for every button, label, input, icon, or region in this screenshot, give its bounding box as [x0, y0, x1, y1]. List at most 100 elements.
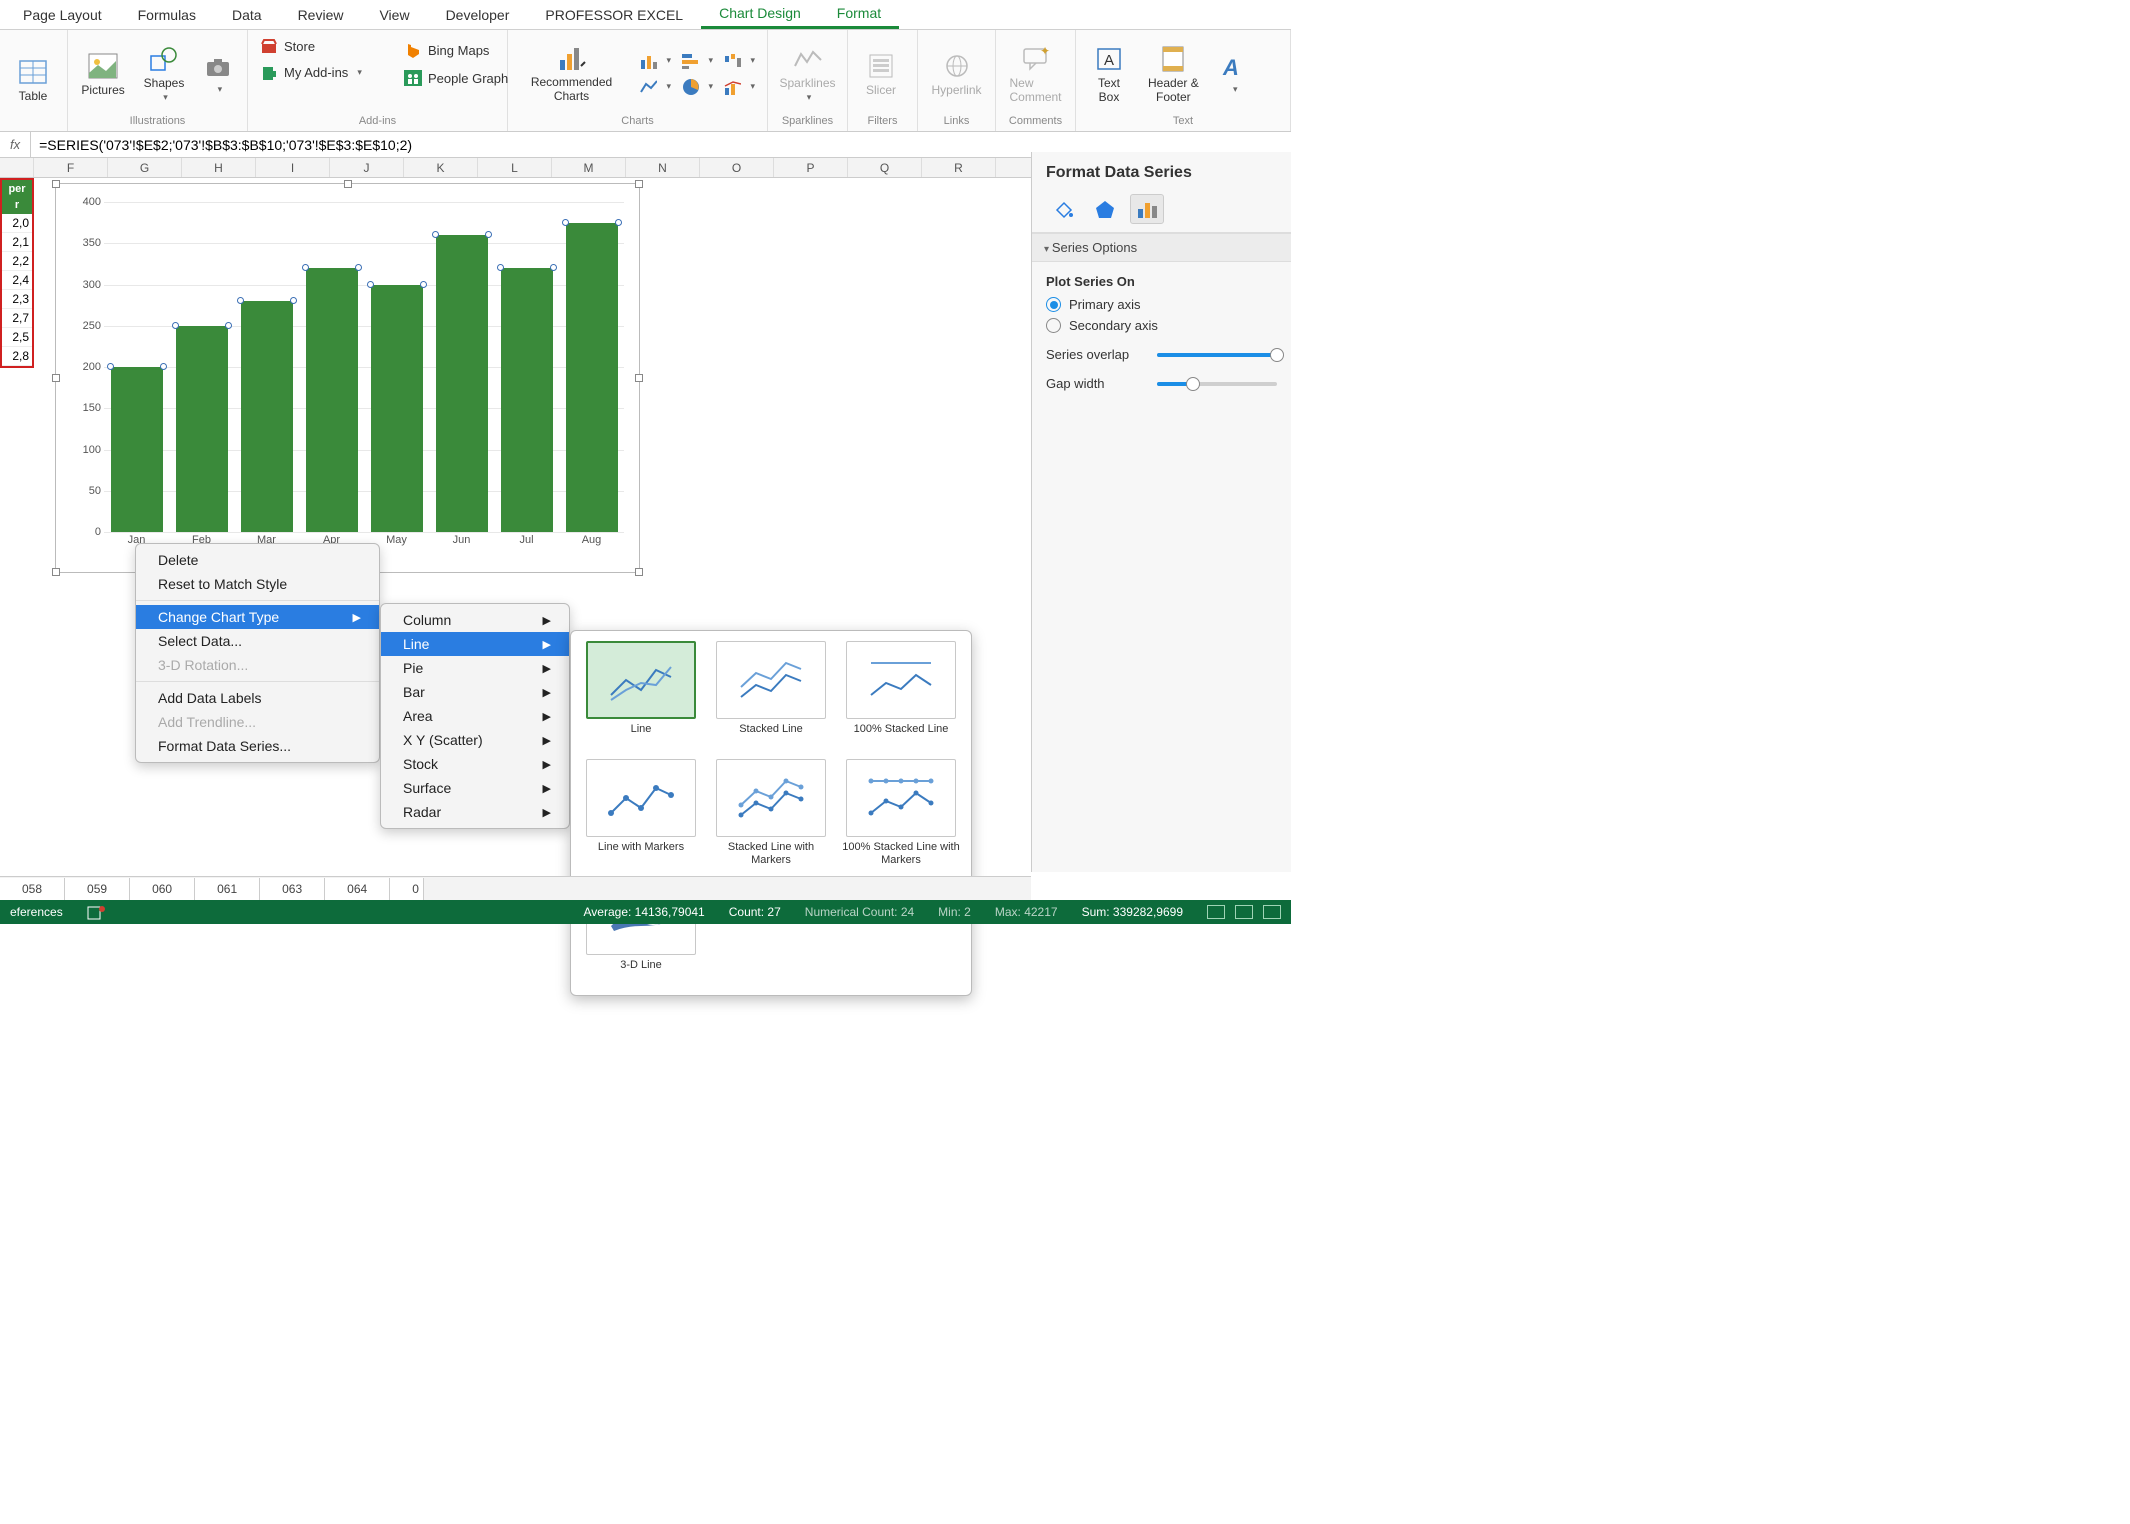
sheet-tab[interactable]: 059: [65, 878, 130, 900]
data-cell[interactable]: 2,3: [2, 290, 32, 309]
ctx-reset-style[interactable]: Reset to Match Style: [136, 572, 379, 596]
data-cell[interactable]: 2,7: [2, 309, 32, 328]
sheet-tab[interactable]: 0: [390, 878, 424, 900]
ctx-add-data-labels[interactable]: Add Data Labels: [136, 686, 379, 710]
col-header[interactable]: K: [404, 158, 478, 177]
resize-handle[interactable]: [635, 568, 643, 576]
chart-bar[interactable]: [501, 268, 553, 532]
col-header[interactable]: G: [108, 158, 182, 177]
col-header[interactable]: M: [552, 158, 626, 177]
chart-type-surface[interactable]: Surface▶: [381, 776, 569, 800]
line-option-line[interactable]: Line: [581, 641, 701, 749]
tab-developer[interactable]: Developer: [428, 2, 528, 28]
col-header[interactable]: F: [34, 158, 108, 177]
chart-bar[interactable]: [176, 326, 228, 532]
bar-group[interactable]: [494, 268, 559, 532]
ctx-select-data[interactable]: Select Data...: [136, 629, 379, 653]
line-option-100-stacked-line[interactable]: 100% Stacked Line: [841, 641, 961, 749]
resize-handle[interactable]: [635, 374, 643, 382]
line-option-100-stacked-line-with-markers[interactable]: 100% Stacked Line with Markers: [841, 759, 961, 867]
col-header[interactable]: L: [478, 158, 552, 177]
tab-data[interactable]: Data: [214, 2, 280, 28]
tab-professor-excel[interactable]: PROFESSOR EXCEL: [527, 2, 701, 28]
tab-chart-design[interactable]: Chart Design: [701, 0, 819, 29]
recommended-charts-button[interactable]: Recommended Charts: [516, 42, 627, 104]
data-column-selected[interactable]: perr 2,0 2,1 2,2 2,4 2,3 2,7 2,5 2,8: [0, 178, 34, 368]
chart-bar[interactable]: [306, 268, 358, 532]
view-page-break-icon[interactable]: [1263, 905, 1281, 919]
panel-tab-series-options[interactable]: [1130, 194, 1164, 224]
formula-input[interactable]: [31, 137, 1291, 153]
data-cell[interactable]: 2,2: [2, 252, 32, 271]
col-header[interactable]: R: [922, 158, 996, 177]
bar-group[interactable]: [169, 326, 234, 532]
chart-bar[interactable]: [436, 235, 488, 532]
sparklines-button[interactable]: Sparklines: [776, 42, 839, 105]
slicer-button[interactable]: Slicer: [856, 49, 906, 99]
resize-handle[interactable]: [52, 180, 60, 188]
col-header[interactable]: J: [330, 158, 404, 177]
col-header[interactable]: N: [626, 158, 700, 177]
chart-bar-button[interactable]: [677, 49, 717, 73]
shapes-button[interactable]: Shapes: [138, 42, 190, 105]
wordart-button[interactable]: A: [1213, 50, 1255, 97]
resize-handle[interactable]: [635, 180, 643, 188]
col-header[interactable]: P: [774, 158, 848, 177]
bar-group[interactable]: [234, 301, 299, 532]
panel-tab-fill[interactable]: [1046, 194, 1080, 224]
embedded-chart[interactable]: 050100150200250300350400 JanFebMarAprMay…: [55, 183, 640, 573]
tab-page-layout[interactable]: Page Layout: [5, 2, 120, 28]
data-cell[interactable]: 2,5: [2, 328, 32, 347]
resize-handle[interactable]: [344, 180, 352, 188]
chart-type-radar[interactable]: Radar▶: [381, 800, 569, 824]
chart-type-x-y-scatter-[interactable]: X Y (Scatter)▶: [381, 728, 569, 752]
sheet-tab[interactable]: 060: [130, 878, 195, 900]
gap-width-slider[interactable]: [1157, 382, 1277, 386]
resize-handle[interactable]: [52, 374, 60, 382]
tab-format[interactable]: Format: [819, 0, 899, 29]
tab-view[interactable]: View: [361, 2, 427, 28]
bar-group[interactable]: [364, 285, 429, 533]
chart-pie-button[interactable]: [677, 75, 717, 99]
view-page-layout-icon[interactable]: [1235, 905, 1253, 919]
series-overlap-slider[interactable]: [1157, 353, 1277, 357]
store-button[interactable]: Store: [256, 34, 319, 58]
chart-bar[interactable]: [566, 223, 618, 532]
ctx-format-data-series[interactable]: Format Data Series...: [136, 734, 379, 758]
my-addins-button[interactable]: My Add-ins: [256, 60, 366, 84]
screenshot-button[interactable]: [198, 50, 239, 97]
resize-handle[interactable]: [52, 568, 60, 576]
chart-type-bar[interactable]: Bar▶: [381, 680, 569, 704]
chart-waterfall-button[interactable]: [719, 49, 759, 73]
macro-record-icon[interactable]: [87, 904, 105, 920]
data-cell[interactable]: 2,8: [2, 347, 32, 366]
data-cell[interactable]: 2,4: [2, 271, 32, 290]
bar-group[interactable]: [299, 268, 364, 532]
panel-tab-effects[interactable]: [1088, 194, 1122, 224]
bing-maps-button[interactable]: Bing Maps: [400, 38, 512, 62]
data-cell[interactable]: 2,0: [2, 214, 32, 233]
new-comment-button[interactable]: ✦NewComment: [1004, 42, 1067, 106]
line-option-stacked-line-with-markers[interactable]: Stacked Line with Markers: [711, 759, 831, 867]
tab-review[interactable]: Review: [280, 2, 362, 28]
chart-type-pie[interactable]: Pie▶: [381, 656, 569, 680]
col-header[interactable]: Q: [848, 158, 922, 177]
line-option-stacked-line[interactable]: Stacked Line: [711, 641, 831, 749]
series-options-header[interactable]: Series Options: [1032, 233, 1291, 262]
hyperlink-button[interactable]: Hyperlink: [926, 49, 987, 99]
chart-line-button[interactable]: [635, 75, 675, 99]
chart-bar[interactable]: [111, 367, 163, 532]
sheet-tab[interactable]: 063: [260, 878, 325, 900]
sheet-tab[interactable]: 058: [0, 878, 65, 900]
secondary-axis-radio[interactable]: Secondary axis: [1046, 318, 1277, 333]
line-option-line-with-markers[interactable]: Line with Markers: [581, 759, 701, 867]
text-box-button[interactable]: ATextBox: [1084, 42, 1134, 106]
sheet-tab[interactable]: 061: [195, 878, 260, 900]
sheet-tab[interactable]: 064: [325, 878, 390, 900]
chart-type-stock[interactable]: Stock▶: [381, 752, 569, 776]
fx-label[interactable]: fx: [0, 132, 31, 157]
bar-group[interactable]: [104, 367, 169, 532]
ctx-change-chart-type[interactable]: Change Chart Type▶: [136, 605, 379, 629]
col-header[interactable]: H: [182, 158, 256, 177]
data-cell[interactable]: 2,1: [2, 233, 32, 252]
